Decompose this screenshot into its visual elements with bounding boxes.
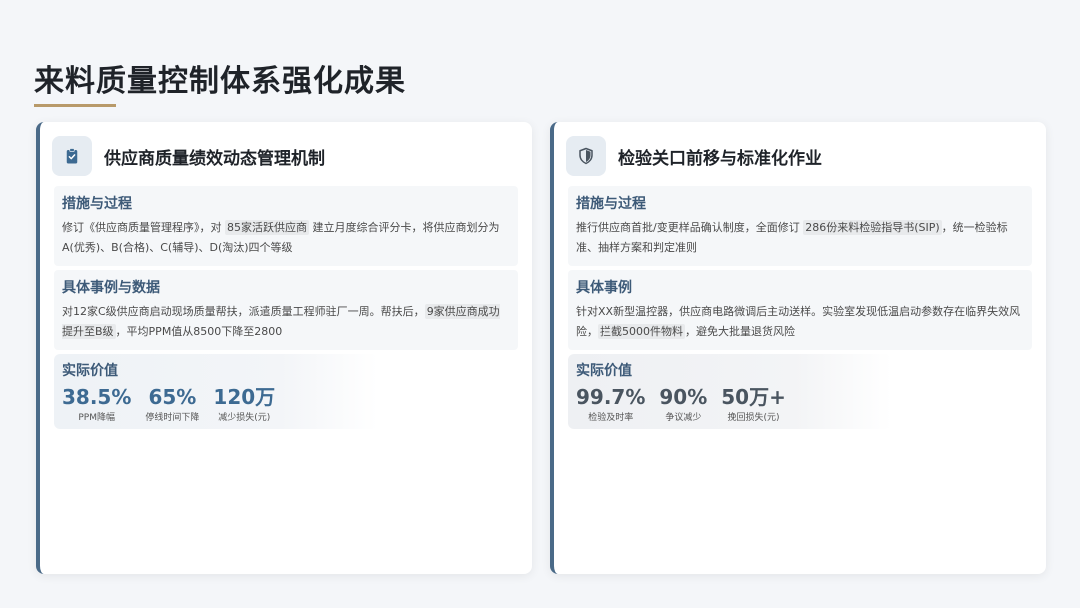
section-text: 推行供应商首批/变更样品确认制度，全面修订 286份来料检验指导书(SIP) ，统… — [576, 218, 1024, 258]
card-header: 供应商质量绩效动态管理机制 — [52, 136, 325, 176]
metric: 65% 停线时间下降 — [145, 385, 199, 423]
section-text: 修订《供应商质量管理程序》，对 85家活跃供应商 建立月度综合评分卡，将供应商划… — [62, 218, 510, 258]
metric-label: 停线时间下降 — [145, 413, 200, 423]
page-title: 来料质量控制体系强化成果 — [34, 64, 406, 99]
highlight-text: 拦截5000件物料 — [598, 324, 685, 339]
text-part: ，避免大批量退货风险 — [685, 325, 795, 338]
text-part: 推行供应商首批/变更样品确认制度，全面修订 — [576, 221, 804, 234]
section-title: 具体事例与数据 — [62, 280, 160, 296]
metrics-row: 38.5% PPM降幅 65% 停线时间下降 120万 减少损失(元) — [62, 385, 370, 423]
metric-label: 减少损失(元) — [218, 413, 271, 423]
metric-label: 检验及时率 — [588, 413, 634, 423]
section-text: 对12家C级供应商启动现场质量帮扶，派遣质量工程师驻厂一周。帮扶后， 9家供应商成… — [62, 302, 510, 342]
measures-section: 措施与过程 推行供应商首批/变更样品确认制度，全面修订 286份来料检验指导书(… — [568, 186, 1032, 266]
text-part: 修订《供应商质量管理程序》，对 — [62, 221, 225, 234]
metric: 90% 争议减少 — [659, 385, 707, 423]
metric: 38.5% PPM降幅 — [62, 385, 131, 423]
metric-label: 争议减少 — [665, 413, 702, 423]
card-header: 检验关口前移与标准化作业 — [566, 136, 822, 176]
metric-value: 120万 — [213, 385, 276, 409]
card-title: 检验关口前移与标准化作业 — [618, 148, 822, 169]
card-title: 供应商质量绩效动态管理机制 — [104, 148, 325, 169]
section-title: 实际价值 — [576, 363, 632, 379]
section-title: 实际价值 — [62, 363, 118, 379]
metrics-row: 99.7% 检验及时率 90% 争议减少 50万+ 挽回损失(元) — [576, 385, 884, 423]
clipboard-check-icon — [52, 136, 92, 176]
title-underline — [34, 104, 116, 107]
cases-section: 具体事例 针对XX新型温控器，供应商电路微调后主动送样。实验室发现低温启动参数存… — [568, 270, 1032, 350]
metric: 99.7% 检验及时率 — [576, 385, 645, 423]
metric-label: 挽回损失(元) — [727, 413, 780, 423]
text-part: ，平均PPM值从8500下降至2800 — [115, 325, 283, 338]
metric-value: 99.7% — [576, 385, 646, 409]
value-section: 实际价值 38.5% PPM降幅 65% 停线时间下降 120万 减少损失(元) — [54, 354, 378, 429]
shield-icon — [566, 136, 606, 176]
section-title: 措施与过程 — [62, 196, 132, 212]
metric-value: 38.5% — [62, 385, 132, 409]
value-section: 实际价值 99.7% 检验及时率 90% 争议减少 50万+ 挽回损失(元) — [568, 354, 892, 429]
card-inspection-standardization: 检验关口前移与标准化作业 措施与过程 推行供应商首批/变更样品确认制度，全面修订… — [550, 122, 1046, 574]
highlight-text: 286份来料检验指导书(SIP) — [803, 220, 942, 235]
metric-value: 90% — [659, 385, 708, 409]
section-text: 针对XX新型温控器，供应商电路微调后主动送样。实验室发现低温启动参数存在临界失效… — [576, 302, 1024, 342]
metric-value: 50万+ — [721, 385, 786, 409]
section-title: 措施与过程 — [576, 196, 646, 212]
metric: 120万 减少损失(元) — [213, 385, 275, 423]
highlight-text: 85家活跃供应商 — [225, 220, 309, 235]
card-supplier-performance: 供应商质量绩效动态管理机制 措施与过程 修订《供应商质量管理程序》，对 85家活… — [36, 122, 532, 574]
metric-value: 65% — [148, 385, 197, 409]
measures-section: 措施与过程 修订《供应商质量管理程序》，对 85家活跃供应商 建立月度综合评分卡… — [54, 186, 518, 266]
text-part: 对12家C级供应商启动现场质量帮扶，派遣质量工程师驻厂一周。帮扶后， — [62, 305, 425, 318]
cases-section: 具体事例与数据 对12家C级供应商启动现场质量帮扶，派遣质量工程师驻厂一周。帮扶… — [54, 270, 518, 350]
metric-label: PPM降幅 — [78, 413, 115, 423]
metric: 50万+ 挽回损失(元) — [721, 385, 786, 423]
section-title: 具体事例 — [576, 280, 632, 296]
